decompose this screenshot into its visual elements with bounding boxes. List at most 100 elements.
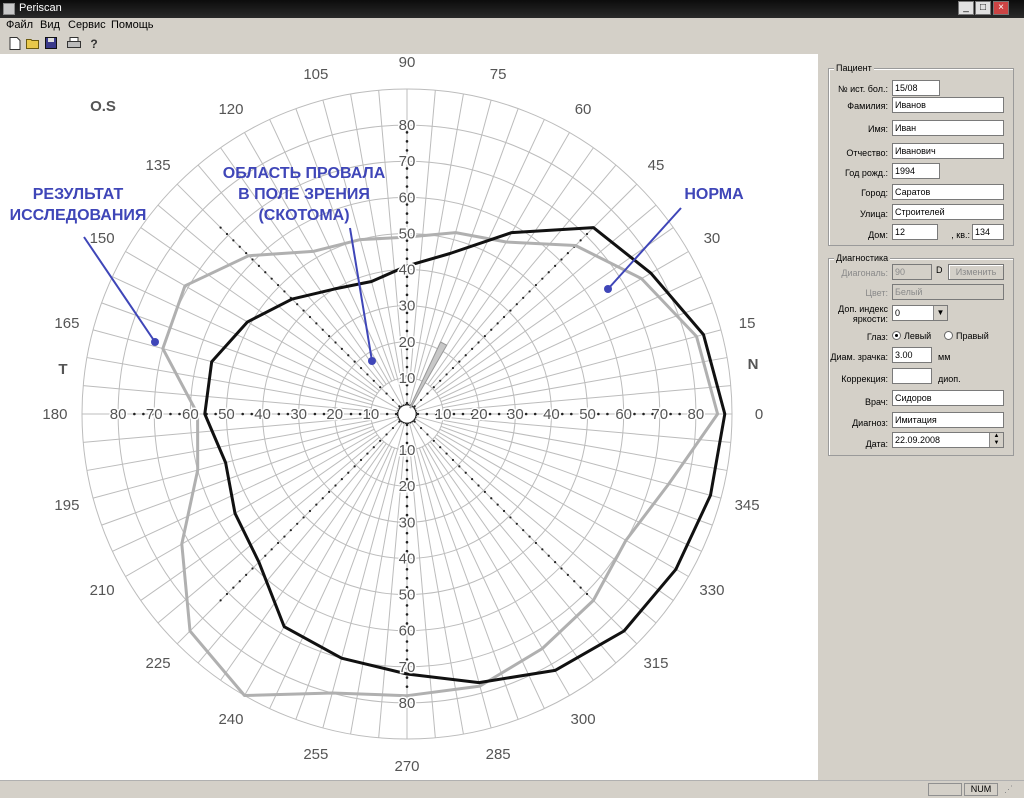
angle-label: 225 (146, 655, 171, 672)
pupil-field[interactable]: 3.00 (892, 347, 932, 363)
axis-dot (359, 366, 363, 370)
axis-dot (405, 495, 409, 499)
chevron-down-icon[interactable]: ▼ (933, 306, 947, 320)
new-icon[interactable] (8, 37, 22, 51)
angle-label: 255 (303, 746, 328, 763)
axis-dot (321, 497, 324, 500)
axis-dot (405, 212, 409, 215)
axis-dot (379, 386, 382, 389)
brightness-select[interactable]: 0 ▼ (892, 305, 948, 321)
eye-right-radio[interactable] (944, 331, 953, 340)
date-field[interactable]: 22.09.2008 ▲ ▼ (892, 432, 1004, 448)
result-annotation-dot (151, 338, 159, 346)
axis-dot (541, 548, 544, 551)
axis-dot (379, 439, 382, 442)
axis-dot (426, 433, 429, 436)
axis-dot (315, 322, 318, 325)
street-field[interactable]: Строителей (892, 204, 1004, 220)
axis-dot (405, 540, 409, 544)
axis-dot (471, 347, 474, 350)
ring-label: 80 (688, 406, 705, 423)
axis-dot (560, 567, 563, 570)
axis-dot (391, 398, 395, 402)
house-field[interactable]: 12 (892, 224, 938, 240)
radial-50 (429, 164, 617, 387)
status-num: NUM (964, 783, 998, 796)
close-button[interactable]: × (993, 1, 1009, 15)
axis-dot (419, 398, 423, 402)
axis-dot (528, 290, 531, 293)
axis-dot (353, 465, 356, 468)
radial-160 (101, 302, 374, 403)
axis-dot (426, 392, 429, 395)
axis-dot (509, 516, 512, 519)
ring-label: 20 (399, 334, 416, 351)
axis-dot (169, 412, 172, 416)
spin-down-icon[interactable]: ▼ (989, 440, 1003, 447)
minimize-button[interactable]: _ (958, 1, 974, 15)
axis-dot (286, 412, 290, 416)
apartment-field[interactable]: 134 (972, 224, 1004, 240)
axis-dot (405, 685, 409, 688)
norm-curve (161, 231, 720, 698)
doctor-field[interactable]: Сидоров (892, 390, 1004, 406)
axis-dot (534, 541, 538, 545)
angle-label: 60 (575, 101, 592, 118)
label-name: Имя: (867, 124, 888, 134)
axis-dot (405, 432, 409, 436)
help-icon[interactable]: ? (87, 37, 101, 51)
axis-dot (413, 405, 416, 408)
axis-dot (178, 412, 181, 416)
diagnosis-field[interactable]: Имитация (892, 412, 1004, 428)
resize-grip-icon[interactable]: ⋰ (1004, 784, 1018, 796)
axis-dot (490, 328, 493, 331)
menu-help[interactable]: Помощь (111, 19, 154, 31)
axis-dot (372, 446, 375, 449)
result-annotation-leader (83, 236, 156, 343)
case-number-field[interactable]: 15/08 (892, 80, 940, 96)
correction-field[interactable] (892, 368, 932, 384)
maximize-button[interactable]: □ (975, 1, 991, 15)
axis-dot (405, 676, 409, 679)
axis-dot (464, 471, 467, 474)
open-icon[interactable] (26, 37, 40, 51)
radial-220 (157, 436, 380, 624)
angle-label: 120 (218, 101, 243, 118)
eye-left-radio[interactable] (892, 331, 901, 340)
change-diagonal-button[interactable]: Изменить (948, 264, 1004, 280)
surname-field[interactable]: Иванов (892, 97, 1004, 113)
axis-dot (241, 412, 244, 416)
toolbar: ? (0, 34, 1024, 55)
save-icon[interactable] (44, 37, 58, 51)
axis-dot (296, 522, 299, 525)
patronymic-field[interactable]: Иванович (892, 143, 1004, 159)
menu-file[interactable]: Файл (6, 19, 33, 31)
city-field[interactable]: Саратов (892, 184, 1004, 200)
label-correction: Коррекция: (841, 374, 888, 384)
radial-330 (414, 418, 689, 577)
axis-dot (566, 573, 569, 576)
color-field[interactable]: Белый (892, 284, 1004, 300)
birth-year-field[interactable]: 1994 (892, 163, 940, 179)
axis-dot (405, 649, 409, 652)
menu-service[interactable]: Сервис (68, 19, 106, 31)
axis-dot (340, 478, 343, 481)
axis-dot (405, 176, 409, 179)
axis-dot (405, 604, 409, 607)
ring-label: 10 (399, 370, 416, 387)
menu-view[interactable]: Вид (40, 19, 60, 31)
print-icon[interactable] (67, 37, 81, 51)
axis-dot (257, 264, 261, 268)
axis-dot (496, 322, 499, 325)
label-diagnosis: Диагноз: (852, 418, 888, 428)
axis-dot (349, 412, 353, 416)
axis-dot (509, 309, 512, 312)
ring-label: 80 (110, 406, 127, 423)
name-field[interactable]: Иван (892, 120, 1004, 136)
diagonal-field[interactable]: 90 (892, 264, 932, 280)
window-title: Periscan (19, 2, 62, 14)
radial-30 (414, 251, 689, 410)
axis-dot (522, 529, 525, 532)
axis-dot (219, 226, 222, 229)
axis-dot (445, 373, 448, 376)
